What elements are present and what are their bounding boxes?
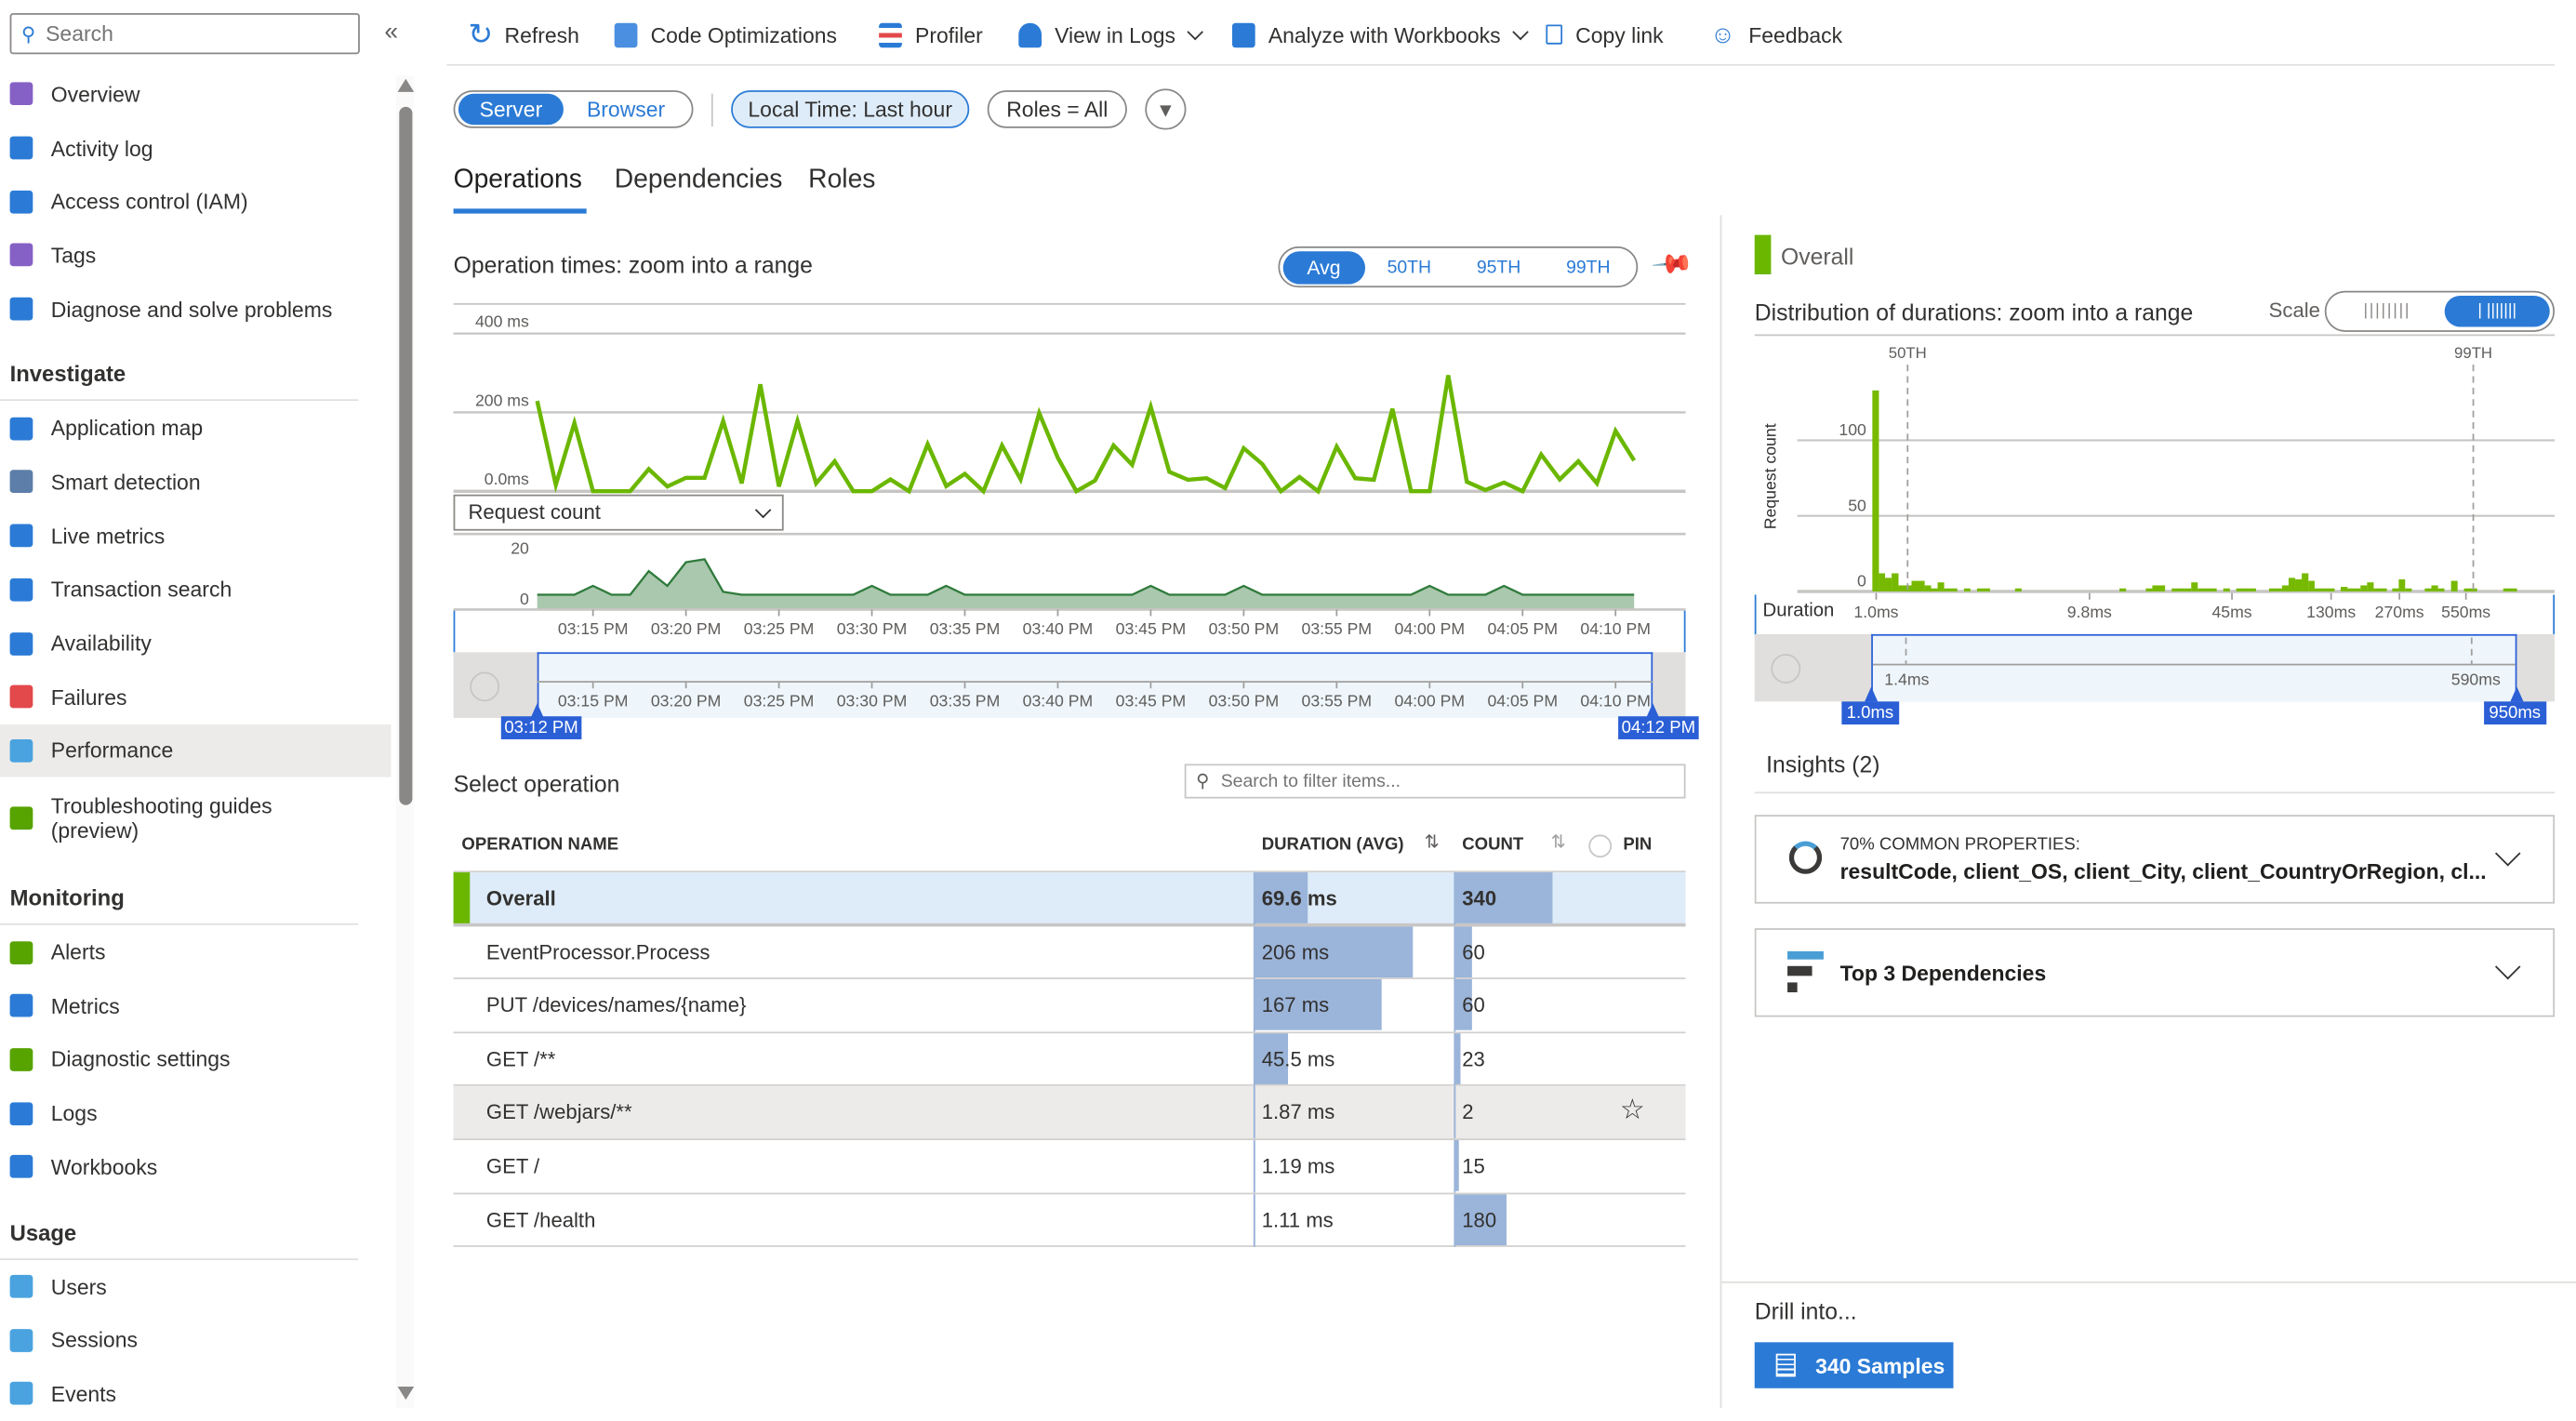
brush-x-tick-label: 03:15 PM — [558, 692, 629, 710]
y-axis-label: Request count — [1761, 423, 1780, 529]
y-tick-label: 100 — [1839, 420, 1866, 439]
y-tick-label: 20 — [511, 538, 529, 557]
avg-duration-line[interactable] — [535, 375, 1637, 496]
x-tick-label: 04:05 PM — [1487, 619, 1558, 638]
histogram-bar[interactable] — [2373, 588, 2387, 591]
brush-x-tick-label: 04:00 PM — [1395, 692, 1466, 710]
y-tick-label: 0 — [520, 590, 529, 608]
x-tick-label: 45ms — [2211, 603, 2251, 621]
histogram-bar[interactable] — [2360, 585, 2368, 591]
histogram-bar[interactable] — [2503, 588, 2517, 591]
x-tick-label: 1.0ms — [1853, 603, 1898, 621]
request-count-area[interactable] — [537, 559, 1635, 610]
brush-x-tick-label: 03:40 PM — [1023, 692, 1094, 710]
x-tick-label: 03:20 PM — [651, 619, 722, 638]
brush-handle[interactable] — [530, 703, 544, 719]
x-tick-label: 04:00 PM — [1395, 619, 1466, 638]
histogram-bar[interactable] — [2463, 588, 2477, 591]
brush-x-tick-label: 03:25 PM — [744, 692, 815, 710]
histogram-bar[interactable] — [1872, 390, 1879, 591]
histogram-bar[interactable] — [1944, 588, 1958, 591]
histogram-bar[interactable] — [2398, 578, 2406, 591]
x-tick-label: 03:25 PM — [744, 619, 815, 638]
metric-dropdown[interactable]: Request count — [453, 494, 784, 531]
brush-handle[interactable] — [1865, 686, 1879, 702]
histogram-bar[interactable] — [2198, 588, 2217, 591]
histogram-bar[interactable] — [2268, 588, 2282, 591]
y-tick-label: 50 — [1848, 496, 1866, 514]
percentile-label: 50TH — [1889, 344, 1927, 362]
metric-dropdown-value: Request count — [468, 500, 601, 525]
histogram-bar[interactable] — [2295, 578, 2303, 591]
histogram-bar[interactable] — [1892, 573, 1899, 591]
percentile-label: 99TH — [2454, 344, 2492, 362]
brush-x-tick-label: 04:05 PM — [1487, 692, 1558, 710]
x-tick-label: 03:55 PM — [1302, 619, 1373, 638]
histogram-bar[interactable] — [2308, 580, 2315, 591]
histogram-bar[interactable] — [2171, 588, 2185, 591]
histogram-bar[interactable] — [2450, 580, 2458, 591]
brush-x-tick-label: 03:55 PM — [1302, 692, 1373, 710]
histogram-bar[interactable] — [2340, 587, 2348, 591]
brush-x-tick-label: 03:30 PM — [837, 692, 908, 710]
histogram-bar[interactable] — [2152, 585, 2166, 591]
x-tick-label: 03:40 PM — [1023, 619, 1094, 638]
histogram-bar[interactable] — [2392, 588, 2399, 591]
brush-x-tick-label: 03:35 PM — [930, 692, 1001, 710]
histogram-bar[interactable] — [1879, 573, 1886, 591]
histogram-bar[interactable] — [2405, 588, 2412, 591]
histogram-bar[interactable] — [2347, 588, 2361, 591]
y-tick-label: 0 — [1857, 572, 1866, 591]
histogram-bar[interactable] — [2302, 573, 2309, 591]
histogram-bar[interactable] — [1976, 588, 1990, 591]
x-tick-label: 04:10 PM — [1580, 619, 1651, 638]
histogram-bar[interactable] — [2437, 588, 2445, 591]
histogram-bar[interactable] — [2223, 588, 2230, 591]
histogram-bar[interactable] — [2314, 588, 2335, 591]
histogram-bar[interactable] — [2281, 585, 2289, 591]
x-tick-label: 270ms — [2375, 603, 2424, 621]
x-tick-label: 9.8ms — [2067, 603, 2112, 621]
chevron-down-icon — [754, 500, 772, 518]
brush-x-tick-label: 03:45 PM — [1116, 692, 1187, 710]
brush-handle[interactable] — [2510, 686, 2524, 702]
x-tick-label: 03:35 PM — [930, 619, 1001, 638]
brush-x-tick-label: 03:20 PM — [651, 692, 722, 710]
histogram-bar[interactable] — [2288, 578, 2296, 591]
histogram-bar[interactable] — [2367, 582, 2374, 591]
histogram-bar[interactable] — [2014, 588, 2022, 591]
histogram-bar[interactable] — [2191, 582, 2198, 591]
histogram-bar[interactable] — [1924, 585, 1932, 591]
x-tick-label: 03:50 PM — [1209, 619, 1280, 638]
x-tick-label: 03:15 PM — [558, 619, 629, 638]
histogram-bar[interactable] — [1898, 585, 1912, 591]
x-tick-label: 550ms — [2441, 603, 2490, 621]
x-tick-label: 130ms — [2306, 603, 2356, 621]
brush-x-tick-label: 04:10 PM — [1580, 692, 1651, 710]
x-tick-label: 03:30 PM — [837, 619, 908, 638]
histogram-bar[interactable] — [2145, 588, 2153, 591]
histogram-bar[interactable] — [1963, 588, 1971, 591]
histogram-bar[interactable] — [2236, 588, 2256, 591]
charts-layer: 400 ms 200 ms 0.0ms 20 0 03:15 PM 03:15 PM 03:2… — [453, 302, 2556, 719]
histogram-bar[interactable] — [1885, 578, 1892, 591]
x-tick-label: 03:45 PM — [1116, 619, 1187, 638]
histogram-bar[interactable] — [2184, 588, 2192, 591]
brush-x-tick-label: 03:50 PM — [1209, 692, 1280, 710]
histogram-bar[interactable] — [1911, 580, 1925, 591]
histogram-bar[interactable] — [2119, 588, 2127, 591]
y-tick-label: 0.0ms — [485, 470, 529, 488]
histogram-bar[interactable] — [1937, 582, 1945, 591]
histogram-bar[interactable] — [2424, 588, 2432, 591]
histogram-bar[interactable] — [1931, 588, 1938, 591]
y-tick-label: 200 ms — [475, 391, 529, 409]
histogram-bar[interactable] — [2431, 585, 2438, 591]
y-tick-label: 400 ms — [475, 312, 529, 331]
